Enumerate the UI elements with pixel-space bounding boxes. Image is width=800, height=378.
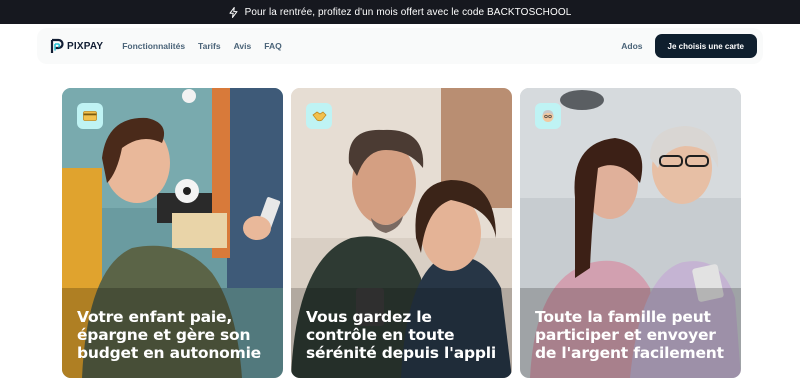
credit-card-icon	[83, 111, 97, 121]
promo-banner: Pour la rentrée, profitez d'un mois offe…	[0, 0, 800, 24]
nav-links: Fonctionnalités Tarifs Avis FAQ	[122, 41, 294, 51]
choose-card-button[interactable]: Je choisis une carte	[654, 34, 757, 58]
nav-link-fonctionnalites[interactable]: Fonctionnalités	[122, 41, 185, 51]
handshake-icon	[311, 110, 327, 121]
pixpay-logo[interactable]: PIXPAY	[50, 38, 103, 55]
nav-link-avis[interactable]: Avis	[234, 41, 252, 51]
card-badge	[306, 103, 332, 129]
pixpay-logo-icon	[50, 38, 64, 53]
main-navbar: PIXPAY Fonctionnalités Tarifs Avis FAQ A…	[37, 28, 763, 64]
lightning-icon	[229, 6, 238, 18]
promo-text: Pour la rentrée, profitez d'un mois offe…	[244, 6, 572, 18]
feature-card-child[interactable]: Votre enfant paie, épargne et gère son b…	[62, 88, 283, 378]
grandparent-icon	[542, 110, 554, 122]
nav-link-tarifs[interactable]: Tarifs	[198, 41, 221, 51]
feature-card-parent[interactable]: Vous gardez le contrôle en toute sérénit…	[291, 88, 512, 378]
feature-card-family[interactable]: Toute la famille peut participer et envo…	[520, 88, 741, 378]
nav-link-faq[interactable]: FAQ	[264, 41, 281, 51]
card-title: Vous gardez le contrôle en toute sérénit…	[306, 308, 496, 362]
nav-link-ados[interactable]: Ados	[621, 41, 642, 51]
card-title: Votre enfant paie, épargne et gère son b…	[77, 308, 261, 362]
logo-text: PIXPAY	[67, 40, 104, 52]
card-title: Toute la famille peut participer et envo…	[535, 308, 724, 362]
card-badge	[535, 103, 561, 129]
card-badge	[77, 103, 103, 129]
